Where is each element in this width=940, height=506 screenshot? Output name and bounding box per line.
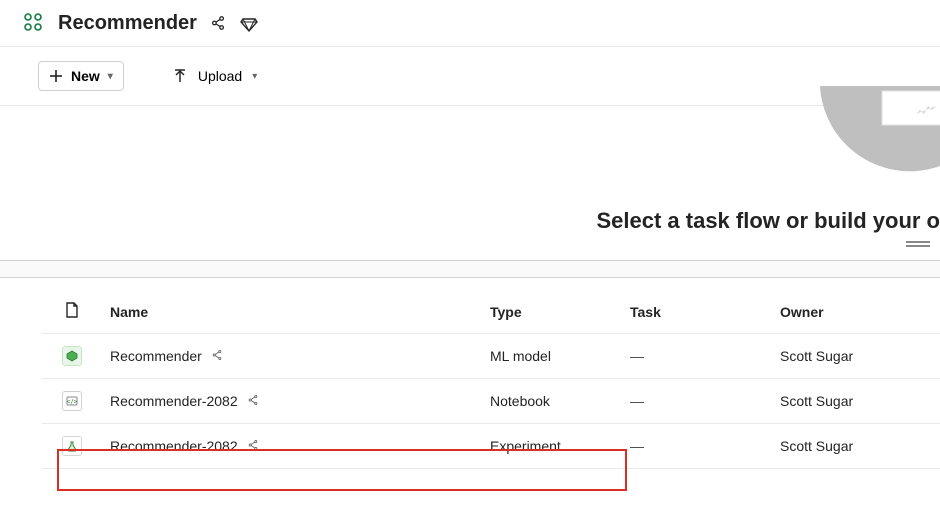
table-header-row: Name Type Task Owner	[42, 290, 940, 334]
item-owner: Scott Sugar	[772, 424, 940, 469]
column-type[interactable]: Type	[482, 290, 622, 334]
item-owner: Scott Sugar	[772, 379, 940, 424]
upload-button-label: Upload	[198, 68, 242, 84]
column-task[interactable]: Task	[622, 290, 772, 334]
new-button-label: New	[71, 68, 100, 84]
page-title: Recommender	[58, 12, 197, 35]
notebook-icon: </>	[62, 391, 82, 411]
item-task: —	[622, 424, 772, 469]
taskflow-heading: Select a task flow or build your o	[596, 208, 940, 234]
item-task: —	[622, 334, 772, 379]
experiment-icon	[62, 436, 82, 456]
items-table: Name Type Task Owner Recommender ML mode…	[42, 290, 940, 469]
ml-model-icon	[62, 346, 82, 366]
item-task: —	[622, 379, 772, 424]
taskflow-hero: Select a task flow or build your o	[0, 106, 940, 256]
svg-text:</>: </>	[67, 399, 78, 406]
chevron-down-icon: ▾	[108, 71, 113, 82]
item-name: Recommender-2082	[110, 393, 238, 409]
page-header: Recommender	[0, 0, 940, 46]
item-name: Recommender	[110, 348, 202, 364]
table-row[interactable]: Recommender ML model — Scott Sugar	[42, 334, 940, 379]
share-icon	[246, 393, 260, 410]
diamond-icon[interactable]	[239, 13, 259, 33]
grid-spacer	[0, 260, 940, 278]
resize-handle-icon[interactable]	[906, 236, 930, 252]
file-icon	[65, 302, 79, 318]
new-button[interactable]: New ▾	[38, 61, 124, 91]
item-type: Notebook	[482, 379, 622, 424]
upload-icon	[172, 68, 188, 84]
item-name: Recommender-2082	[110, 438, 238, 454]
workspace-icon	[20, 10, 46, 36]
share-icon[interactable]	[209, 14, 227, 32]
chevron-down-icon: ▾	[252, 71, 257, 82]
toolbar: New ▾ Upload ▾	[0, 47, 940, 105]
table-row[interactable]: Recommender-2082 Experiment — Scott Suga…	[42, 424, 940, 469]
item-type: ML model	[482, 334, 622, 379]
hero-decoration	[820, 86, 940, 186]
table-row[interactable]: </> Recommender-2082 Notebook — Scott Su…	[42, 379, 940, 424]
plus-icon	[49, 69, 63, 83]
column-name[interactable]: Name	[102, 290, 482, 334]
upload-button[interactable]: Upload ▾	[164, 62, 265, 90]
share-icon	[246, 438, 260, 455]
column-owner[interactable]: Owner	[772, 290, 940, 334]
item-type: Experiment	[482, 424, 622, 469]
item-owner: Scott Sugar	[772, 334, 940, 379]
column-file[interactable]	[42, 290, 102, 334]
share-icon	[210, 348, 224, 365]
